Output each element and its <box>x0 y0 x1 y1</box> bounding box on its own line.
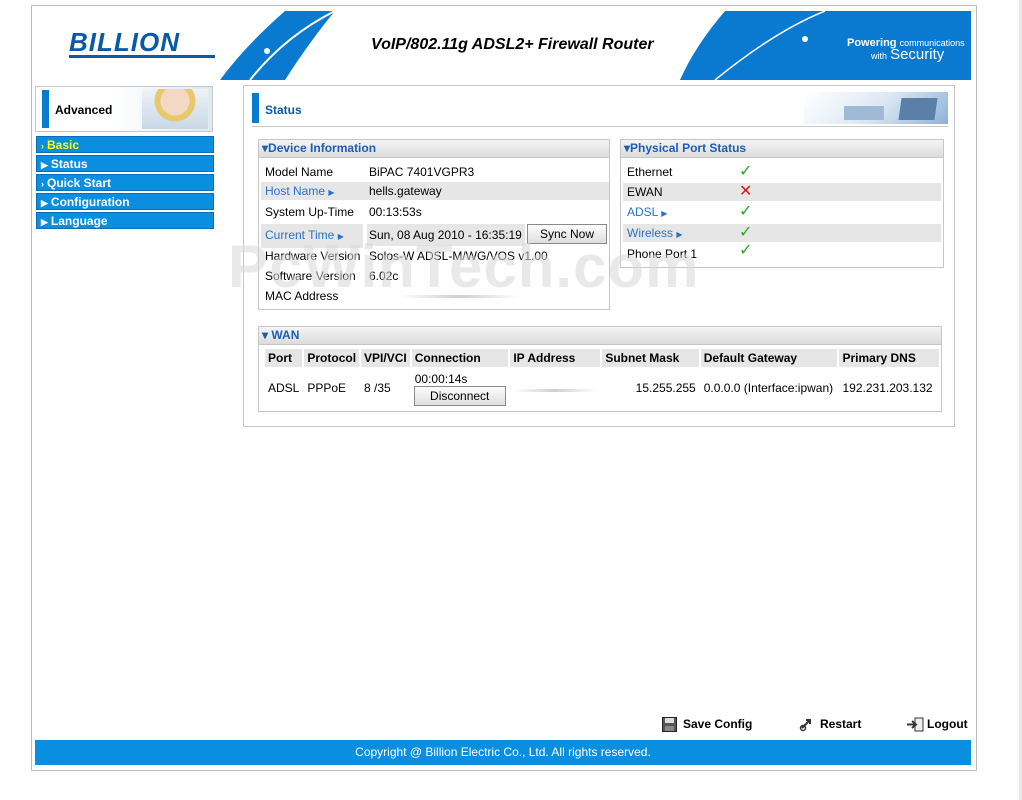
status-accent-bar <box>252 93 259 123</box>
save-config-label: Save Config <box>683 717 753 731</box>
wan-panel: ▾ WAN Port Protocol VPI/VCI Connection I… <box>258 326 942 412</box>
billion-logo: BILLION <box>69 27 180 57</box>
save-config-button[interactable]: Save Config <box>662 717 753 733</box>
col-port: Port <box>265 349 303 367</box>
advanced-card[interactable]: Advanced <box>35 86 213 132</box>
device-info-title: ▾Device Information <box>259 140 609 158</box>
office-photo <box>804 92 948 124</box>
port-name: Ethernet <box>627 165 673 179</box>
status-header: Status <box>252 90 948 127</box>
check-icon: ✓ <box>739 242 753 259</box>
sidebar-item-language[interactable]: ▶ Language <box>36 212 214 229</box>
floppy-icon <box>662 717 677 733</box>
tagline-with: with <box>871 51 888 61</box>
logo-underline <box>69 55 215 58</box>
footer-bar: Copyright @ Billion Electric Co., Ltd. A… <box>35 740 971 765</box>
logout-button[interactable]: Logout <box>906 717 968 732</box>
restart-icon <box>799 719 811 732</box>
arrow-right-icon: ▶ <box>41 217 48 227</box>
bullet-icon: › <box>41 179 44 189</box>
wan-table: Port Protocol VPI/VCI Connection IP Addr… <box>263 349 941 409</box>
check-icon: ✓ <box>739 163 753 180</box>
tagline-security: Security <box>890 46 945 63</box>
col-connection: Connection <box>411 349 509 367</box>
wan-vpi-vci-value: 8 /35 <box>364 381 391 395</box>
uptime-value: 00:13:53s <box>369 205 422 219</box>
sidebar-item-quick-start[interactable]: › Quick Start <box>36 174 214 191</box>
wan-protocol-value: PPPoE <box>307 381 347 395</box>
sidebar-item-configuration[interactable]: ▶ Configuration <box>36 193 214 210</box>
col-default-gateway: Default Gateway <box>700 349 838 367</box>
col-subnet-mask: Subnet Mask <box>602 349 699 367</box>
cross-icon: ✕ <box>739 183 753 200</box>
wan-connection-cell: 00:00:14s Disconnect <box>412 367 509 409</box>
port-row: Ethernet ✓ <box>623 163 941 181</box>
check-icon: ✓ <box>739 224 753 241</box>
col-protocol: Protocol <box>304 349 360 367</box>
row-uptime: System Up-Time 00:13:53s <box>261 203 607 221</box>
port-status-title: ▾Physical Port Status <box>621 140 943 158</box>
disconnect-button[interactable]: Disconnect <box>413 386 506 406</box>
port-row: EWAN ✕ <box>623 183 941 201</box>
header-banner: BILLION VoIP/802.11g ADSL2+ Firewall Rou… <box>35 11 971 80</box>
wan-gateway-value: 0.0.0.0 (Interface:ipwan) <box>703 381 834 395</box>
sidebar-item-label: Status <box>50 157 88 171</box>
row-model-name: Model Name BiPAC 7401VGPR3 <box>261 163 607 181</box>
model-name-value: BiPAC 7401VGPR3 <box>369 165 475 179</box>
wan-port-value: ADSL <box>268 381 300 395</box>
host-name-link[interactable]: Host Name ▶ <box>265 182 335 202</box>
arrow-right-icon: ▶ <box>328 188 335 197</box>
wan-dns-value: 192.231.203.132 <box>842 381 933 395</box>
sidebar-item-label: Language <box>50 214 108 228</box>
sidebar-item-label: Quick Start <box>47 176 112 190</box>
col-primary-dns: Primary DNS <box>839 349 939 367</box>
row-host-name: Host Name ▶ hells.gateway <box>261 182 609 202</box>
sidebar-item-status[interactable]: ▶ Status <box>36 155 214 172</box>
copyright-text: Copyright @ Billion Electric Co., Ltd. A… <box>355 745 651 759</box>
host-name-value: hells.gateway <box>367 182 609 200</box>
wan-data-row: ADSL PPPoE 8 /35 00:00:14s Disconnect 15… <box>265 367 939 409</box>
col-vpi-vci: VPI/VCI <box>361 349 410 367</box>
sidebar-item-label: Basic <box>47 138 80 152</box>
col-ip-address: IP Address <box>510 349 601 367</box>
arrow-right-icon: ▶ <box>41 198 48 208</box>
card-accent-bar <box>42 90 49 128</box>
port-row: ADSL ▶ ✓ <box>623 203 941 221</box>
uptime-label: System Up-Time <box>265 205 354 219</box>
port-name: EWAN <box>627 185 663 199</box>
wan-subnet-value: 15.255.255 <box>635 381 696 395</box>
tagline: Powering communications with Security <box>847 37 965 62</box>
advanced-photo <box>142 89 208 129</box>
wan-title-text: WAN <box>271 328 300 342</box>
product-title: VoIP/802.11g ADSL2+ Firewall Router <box>371 36 654 53</box>
page-title: Status <box>265 103 302 117</box>
adsl-link[interactable]: ADSL ▶ <box>627 203 667 223</box>
bullet-icon: › <box>41 141 44 151</box>
wan-ip-redacted <box>513 389 598 392</box>
collapse-icon[interactable]: ▾ <box>262 328 268 342</box>
watermark: PcWinTech.com <box>228 233 700 300</box>
wan-title: ▾ WAN <box>259 327 941 345</box>
check-icon: ✓ <box>739 203 753 220</box>
wan-ip-cell <box>510 367 600 409</box>
sidebar-item-label: Configuration <box>50 195 130 209</box>
logout-icon <box>907 717 924 732</box>
wan-connection-time: 00:00:14s <box>414 372 468 386</box>
wan-header-row: Port Protocol VPI/VCI Connection IP Addr… <box>265 349 939 367</box>
sidebar-menu: › Basic ▶ Status › Quick Start ▶ Configurati… <box>36 136 214 231</box>
restart-button[interactable]: Restart <box>799 717 861 732</box>
device-info-title-text: Device Information <box>268 141 377 155</box>
port-status-title-text: Physical Port Status <box>630 141 747 155</box>
advanced-label: Advanced <box>55 103 113 117</box>
arrow-right-icon: ▶ <box>661 209 668 218</box>
sidebar-item-basic[interactable]: › Basic <box>36 136 214 153</box>
arrow-right-icon: ▶ <box>41 160 48 170</box>
logout-label: Logout <box>927 717 968 731</box>
restart-label: Restart <box>820 717 862 731</box>
model-name-label: Model Name <box>265 165 334 179</box>
